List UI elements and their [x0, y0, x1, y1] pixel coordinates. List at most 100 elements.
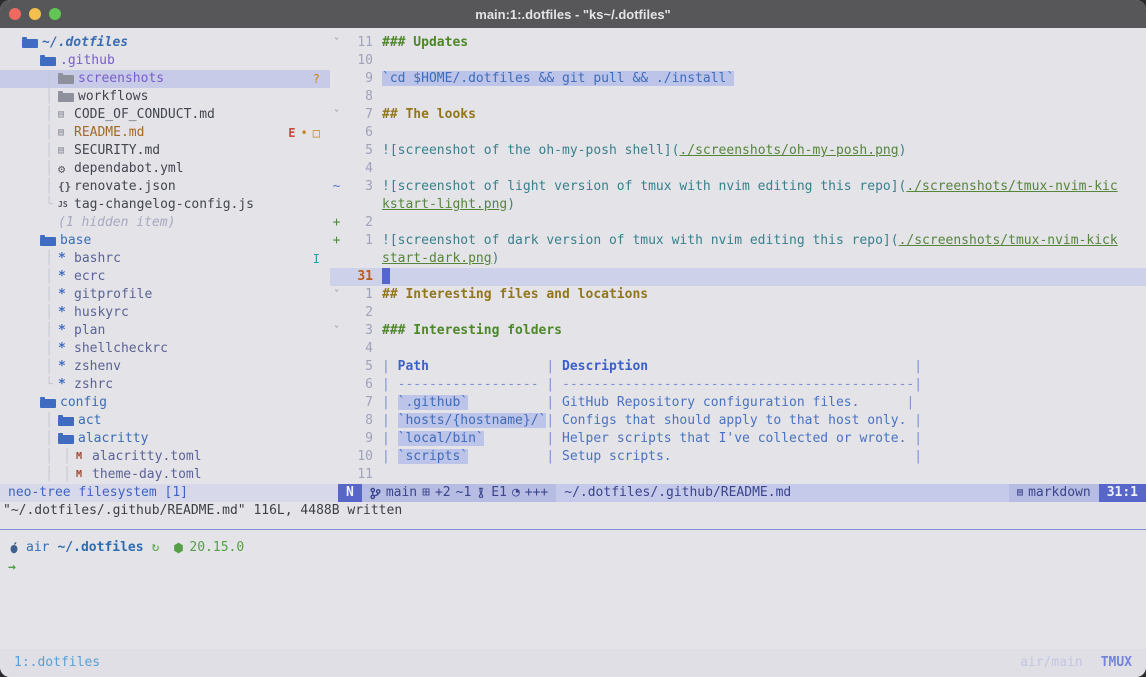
braces-icon: {} — [58, 178, 74, 196]
terminal-window: main:1:.dotfiles - "ks~/.dotfiles" ~/.do… — [0, 0, 1146, 677]
editor-line[interactable]: 4 — [330, 160, 1146, 178]
shell-pane[interactable]: air ~/.dotfiles ↻ 20.15.0 → — [0, 529, 1146, 649]
editor-line[interactable]: ˇ3### Interesting folders — [330, 322, 1146, 340]
editor-line[interactable]: 5![screenshot of the oh-my-posh shell](.… — [330, 142, 1146, 160]
titlebar: main:1:.dotfiles - "ks~/.dotfiles" — [0, 0, 1146, 28]
fold-sign-column: ˇ — [330, 34, 343, 52]
tree-item-readme-md[interactable]: │▤README.mdE•□ — [0, 124, 330, 142]
tree-item-alacritty[interactable]: │alacritty — [0, 430, 330, 448]
tree-item-1-hidden-item[interactable]: (1 hidden item) — [0, 214, 330, 232]
tree-item-plan[interactable]: │*plan — [0, 322, 330, 340]
fold-sign-column — [330, 304, 343, 322]
fold-sign-column — [330, 466, 343, 484]
line-text — [382, 268, 1146, 286]
tree-item-base[interactable]: base — [0, 232, 330, 250]
tree-item-code-of-conduct-md[interactable]: │▤CODE_OF_CONDUCT.md — [0, 106, 330, 124]
neotree-statusline: neo-tree filesystem [1] — [0, 484, 338, 502]
editor-line[interactable]: 10 — [330, 52, 1146, 70]
editor-line[interactable]: 4 — [330, 340, 1146, 358]
tree-item-theme-day-toml[interactable]: ││Mtheme-day.toml — [0, 466, 330, 484]
line-number: 5 — [343, 358, 373, 376]
line-text — [382, 340, 1146, 358]
editor-line[interactable]: 6 — [330, 124, 1146, 142]
editor-line[interactable]: 8 — [330, 88, 1146, 106]
tree-indent-guide: │ — [40, 448, 58, 466]
tree-item-renovate-json[interactable]: │{}renovate.json — [0, 178, 330, 196]
tree-indent-guide — [22, 106, 40, 124]
tree-indent-guide — [22, 160, 40, 178]
filetype-name: markdown — [1028, 484, 1091, 502]
tree-indent-guide: │ — [40, 70, 58, 88]
fold-sign-column — [330, 448, 343, 466]
tree-item-label: renovate.json — [74, 178, 176, 196]
editor-line[interactable]: kstart-light.png) — [330, 196, 1146, 214]
tree-item-shellcheckrc[interactable]: │*shellcheckrc — [0, 340, 330, 358]
tree-indent-guide — [22, 196, 40, 214]
branch-name: main — [386, 484, 417, 502]
line-text — [382, 214, 1146, 232]
editor-line[interactable]: 5 | Path | Description | — [330, 358, 1146, 376]
toml-icon: M — [76, 448, 92, 466]
editor-line[interactable]: 11 — [330, 466, 1146, 484]
tree-indent-guide — [22, 178, 40, 196]
star-icon: * — [58, 286, 74, 304]
mode-indicator: N — [338, 484, 362, 502]
editor-line[interactable]: ˇ7## The looks — [330, 106, 1146, 124]
tree-indent-guide — [22, 358, 40, 376]
editor-line[interactable]: 31 — [330, 268, 1146, 286]
tree-item-dependabot-yml[interactable]: │⚙dependabot.yml — [0, 160, 330, 178]
tree-item-label: huskyrc — [74, 304, 129, 322]
fold-sign-column: ˇ — [330, 322, 343, 340]
tree-item-security-md[interactable]: │▤SECURITY.md — [0, 142, 330, 160]
editor-line[interactable]: 7| `.github` | GitHub Repository configu… — [330, 394, 1146, 412]
flask-icon — [476, 487, 486, 499]
apple-icon — [8, 541, 20, 555]
tree-item-huskyrc[interactable]: │*huskyrc — [0, 304, 330, 322]
line-text: | Path | Description | — [382, 358, 1146, 376]
editor-line[interactable]: ˇ11### Updates — [330, 34, 1146, 52]
editor-line[interactable]: +1![screenshot of dark version of tmux w… — [330, 232, 1146, 250]
editor-buffer[interactable]: ˇ11### Updates 10 9`cd $HOME/.dotfiles &… — [330, 28, 1146, 484]
line-number: 2 — [343, 214, 373, 232]
tree-item-bashrc[interactable]: │*bashrcI — [0, 250, 330, 268]
line-number — [343, 196, 373, 214]
editor-line[interactable]: 6| ------------------ | ----------------… — [330, 376, 1146, 394]
tree-item-alacritty-toml[interactable]: ││Malacritty.toml — [0, 448, 330, 466]
tree-indent-guide: │ — [40, 250, 58, 268]
editor-line[interactable]: 2 — [330, 304, 1146, 322]
tree-item-dotfiles[interactable]: ~/.dotfiles — [0, 34, 330, 52]
history-icon: ◔ — [512, 484, 520, 502]
editor-line[interactable]: 9| `local/bin` | Helper scripts that I'v… — [330, 430, 1146, 448]
editor-line[interactable]: ˇ1## Interesting files and locations — [330, 286, 1146, 304]
tree-item-workflows[interactable]: │workflows — [0, 88, 330, 106]
editor-line[interactable]: 9`cd $HOME/.dotfiles && git pull && ./in… — [330, 70, 1146, 88]
line-text — [382, 466, 1146, 484]
tree-item-label: config — [60, 394, 107, 412]
line-number: 1 — [343, 232, 373, 250]
tree-item-zshrc[interactable]: └*zshrc — [0, 376, 330, 394]
prompt-arrow[interactable]: → — [8, 558, 16, 578]
filemd-icon: ▤ — [58, 124, 74, 142]
editor-line[interactable]: 10| `scripts` | Setup scripts. | — [330, 448, 1146, 466]
editor-line[interactable]: ~3![screenshot of light version of tmux … — [330, 178, 1146, 196]
editor-line[interactable]: start-dark.png) — [330, 250, 1146, 268]
tree-item-act[interactable]: │act — [0, 412, 330, 430]
tree-indent-guide — [22, 214, 40, 232]
line-number: 7 — [343, 394, 373, 412]
editor-line[interactable]: +2 — [330, 214, 1146, 232]
tree-item-config[interactable]: config — [0, 394, 330, 412]
tmux-window-item[interactable]: 1:.dotfiles — [14, 654, 100, 672]
tree-item-ecrc[interactable]: │*ecrc — [0, 268, 330, 286]
tree-item-zshenv[interactable]: │*zshenv — [0, 358, 330, 376]
tree-item-tag-changelog-config-js[interactable]: └JStag-changelog-config.js — [0, 196, 330, 214]
tree-item-github[interactable]: .github — [0, 52, 330, 70]
tree-item-gitprofile[interactable]: │*gitprofile — [0, 286, 330, 304]
tree-item-screenshots[interactable]: │screenshots? — [0, 70, 330, 88]
file-path: ~/.dotfiles/.github/README.md — [556, 484, 1009, 502]
tmux-label: TMUX — [1101, 654, 1132, 672]
editor-line[interactable]: 8| `hosts/{hostname}/`| Configs that sho… — [330, 412, 1146, 430]
tree-indent-guide — [22, 412, 40, 430]
line-number: 6 — [343, 124, 373, 142]
git-segment: main ⊞ +2 ~1 E1 ◔ +++ — [362, 484, 556, 502]
line-text: ![screenshot of light version of tmux wi… — [382, 178, 1146, 196]
